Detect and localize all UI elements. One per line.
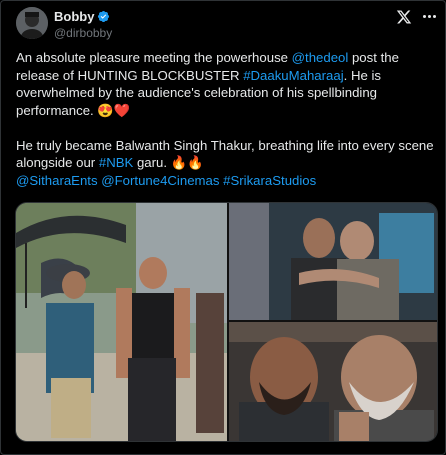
photo-selfie[interactable] — [229, 322, 437, 441]
tweet-paragraph-1: An absolute pleasure meeting the powerho… — [16, 49, 434, 119]
tweet-tags: @SitharaEnts @Fortune4Cinemas #SrikaraSt… — [16, 172, 434, 190]
photo-outdoor-set[interactable] — [16, 203, 227, 441]
tweet-card: Bobby @dirbobby An absolute pleasure mee… — [0, 0, 446, 455]
tweet-paragraph-2: He truly became Balwanth Singh Thakur, b… — [16, 137, 434, 172]
author-handle[interactable]: @dirbobby — [54, 26, 112, 40]
hashtag-link[interactable]: #DaakuMaharaaj — [243, 68, 343, 83]
photo-hug[interactable] — [229, 203, 437, 320]
mention-link[interactable]: @thedeol — [292, 50, 349, 65]
tweet-text: An absolute pleasure meeting the powerho… — [16, 49, 434, 189]
hashtag-link[interactable]: #NBK — [99, 155, 133, 170]
text-segment: He truly became Balwanth Singh Thakur, b… — [16, 137, 434, 171]
verified-badge-icon — [98, 10, 110, 23]
hashtag-link[interactable]: #SrikaraStudios — [223, 173, 316, 188]
text-segment: garu. 🔥🔥 — [133, 155, 204, 170]
avatar[interactable] — [16, 7, 48, 39]
media-grid — [15, 202, 438, 442]
display-name[interactable]: Bobby — [54, 9, 94, 24]
author-name-row[interactable]: Bobby — [54, 9, 110, 24]
mention-link[interactable]: @SitharaEnts — [16, 173, 98, 188]
more-icon[interactable] — [419, 7, 439, 25]
x-logo-icon[interactable] — [396, 9, 412, 25]
text-segment: An absolute pleasure meeting the powerho… — [16, 50, 292, 65]
mention-link[interactable]: @Fortune4Cinemas — [101, 173, 219, 188]
